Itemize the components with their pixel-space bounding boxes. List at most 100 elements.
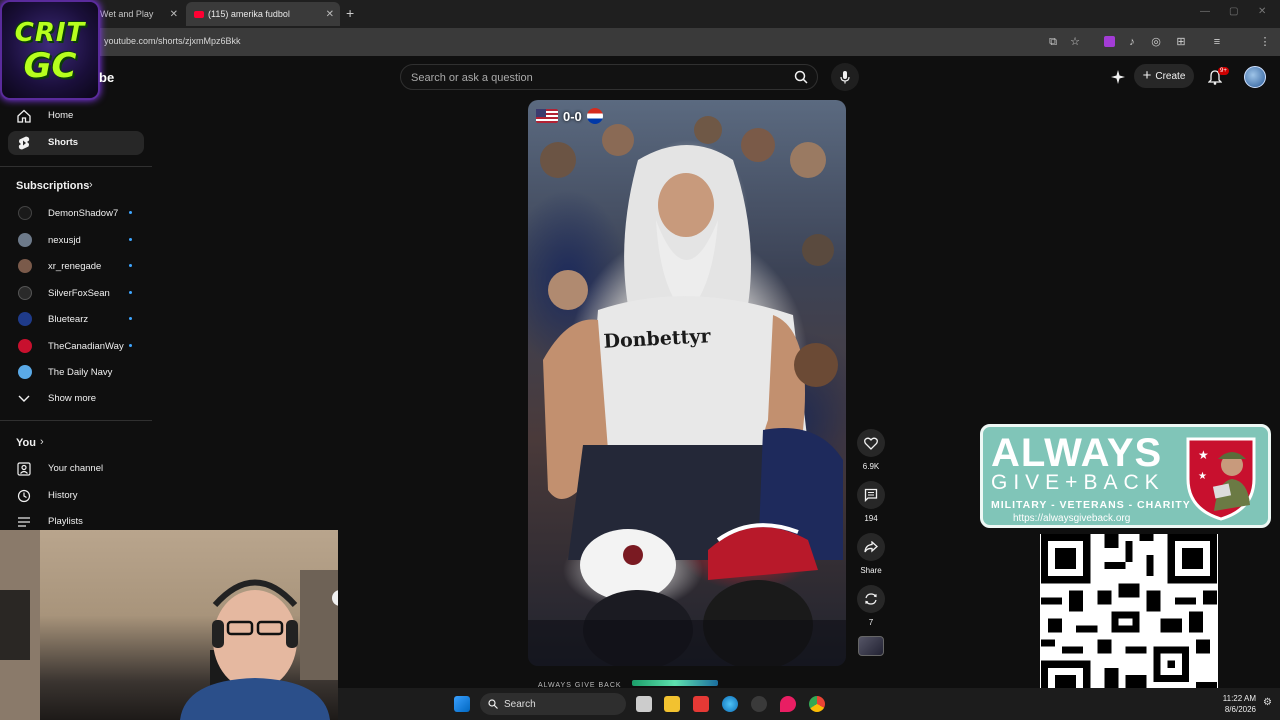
video-progress-bar[interactable] (632, 680, 718, 686)
search-bar (400, 64, 818, 90)
sponsor-subtitle: GIVE+BACK (991, 471, 1165, 494)
settings-gear-icon[interactable]: ⚙ (1263, 697, 1272, 708)
new-content-dot (129, 238, 132, 241)
channel-avatar[interactable] (18, 286, 32, 300)
channel-avatar[interactable] (18, 259, 32, 273)
sidebar-item-shorts[interactable]: Shorts (8, 131, 144, 155)
new-content-dot (129, 211, 132, 214)
new-tab-icon[interactable]: + (346, 5, 354, 21)
subscription-name[interactable]: nexusjd (48, 235, 81, 246)
webcam-frame (0, 530, 338, 720)
bookmark-star-icon[interactable]: ☆ (1067, 34, 1083, 50)
maps-pin-icon[interactable] (780, 696, 796, 712)
youtube-wordmark[interactable]: be (99, 70, 114, 85)
subscription-name[interactable]: xr_renegade (48, 261, 101, 272)
search-input[interactable] (411, 69, 781, 87)
sound-thumbnail[interactable] (858, 636, 884, 656)
taskbar-clock[interactable]: 11:22 AM 8/6/2026 (1223, 693, 1256, 715)
chevron-right-icon[interactable]: › (89, 179, 93, 191)
paraguay-flag-icon (586, 108, 603, 124)
you-heading-label: You (16, 437, 36, 449)
like-count: 6.9K (862, 462, 880, 471)
create-button[interactable]: + Create (1134, 64, 1194, 88)
new-content-dot (129, 317, 132, 320)
edge-browser-icon[interactable] (722, 696, 738, 712)
share-button[interactable] (857, 533, 885, 561)
like-button[interactable] (857, 429, 885, 457)
install-app-icon[interactable]: ⧉ (1045, 34, 1061, 50)
tab-title: (115) amerika fudbol (208, 9, 290, 19)
extensions-puzzle-icon[interactable]: ⊞ (1173, 34, 1189, 50)
subscription-name[interactable]: TheCanadianWay (48, 341, 124, 352)
search-button[interactable] (785, 65, 817, 89)
sidebar-item-label: Home (48, 110, 74, 121)
task-view-icon[interactable] (636, 696, 652, 712)
media-app-icon[interactable] (693, 696, 709, 712)
media-control-icon[interactable]: ♪ (1124, 34, 1140, 50)
svg-text:★: ★ (1198, 448, 1209, 462)
show-more-button[interactable]: Show more (8, 387, 144, 411)
search-icon (488, 699, 498, 709)
close-window-icon[interactable]: ✕ (1258, 6, 1266, 17)
browser-menu-icon[interactable]: ⋮ (1257, 34, 1273, 50)
extension-icon[interactable] (1101, 34, 1117, 50)
sidebar-item-label: Shorts (48, 137, 79, 148)
plus-icon: + (1142, 67, 1152, 84)
tab-title: Wet and Play (100, 9, 154, 19)
sidebar-item-your-channel[interactable]: Your channel (8, 457, 144, 481)
new-content-dot (129, 291, 132, 294)
video-frame-illustration (528, 116, 846, 666)
windows-start-icon[interactable] (454, 696, 470, 712)
clock-date: 8/6/2026 (1224, 705, 1256, 714)
minimize-icon[interactable]: — (1200, 6, 1210, 17)
tab-youtube[interactable]: (115) amerika fudbol ✕ (186, 2, 340, 26)
screen: Wet and Play ✕ (115) amerika fudbol ✕ + … (0, 0, 1280, 720)
sync-icon[interactable]: ◎ (1148, 34, 1164, 50)
remix-button[interactable] (857, 585, 885, 613)
voice-search-button[interactable] (831, 63, 859, 91)
maximize-icon[interactable]: ▢ (1229, 6, 1238, 17)
you-heading[interactable]: You (16, 437, 36, 449)
channel-avatar[interactable] (18, 233, 32, 247)
close-tab-icon[interactable]: ✕ (326, 9, 334, 20)
new-content-dot (129, 264, 132, 267)
taskbar-search[interactable]: Search (480, 693, 626, 715)
comments-button[interactable] (857, 481, 885, 509)
subscription-name[interactable]: Bluetearz (48, 314, 88, 325)
match-score: 0-0 (563, 108, 582, 124)
always-give-back-banner: ALWAYS GIVE+BACK MILITARY - VETERANS - C… (980, 424, 1271, 528)
clock-time: 11:22 AM (1222, 694, 1256, 703)
sidebar-item-label: History (48, 490, 78, 501)
svg-text:★: ★ (1198, 471, 1207, 482)
taskbar-search-label: Search (504, 698, 536, 710)
chrome-browser-icon[interactable] (809, 696, 825, 712)
shorts-icon (16, 135, 32, 151)
subscription-name[interactable]: The Daily Navy (48, 367, 112, 378)
sidebar-item-label: Playlists (48, 516, 83, 527)
search-icon (794, 70, 808, 84)
file-explorer-icon[interactable] (664, 696, 680, 712)
channel-avatar[interactable] (18, 312, 32, 326)
chevron-right-icon[interactable]: › (40, 436, 44, 448)
reading-list-icon[interactable]: ≡ (1209, 34, 1225, 50)
sidebar-item-home[interactable]: Home (8, 104, 144, 128)
subscription-name[interactable]: SilverFoxSean (48, 288, 110, 299)
remix-count: 7 (868, 618, 874, 627)
url-text[interactable]: youtube.com/shorts/zjxmMpz6Bkk (104, 36, 241, 46)
tab-wet-and-play[interactable]: Wet and Play ✕ (92, 2, 184, 26)
channel-avatar[interactable] (18, 365, 32, 379)
close-tab-icon[interactable]: ✕ (170, 9, 178, 20)
channel-avatar[interactable] (18, 206, 32, 220)
subscriptions-heading[interactable]: Subscriptions (16, 180, 89, 192)
short-video-player[interactable]: 0-0 Donbettyr (528, 100, 846, 666)
new-content-dot (129, 344, 132, 347)
subscription-name[interactable]: DemonShadow7 (48, 208, 118, 219)
show-more-label: Show more (48, 393, 97, 404)
obs-icon[interactable] (751, 696, 767, 712)
sidebar-item-history[interactable]: History (8, 484, 144, 508)
sponsor-title: ALWAYS (991, 431, 1163, 475)
channel-avatar[interactable] (18, 339, 32, 353)
account-avatar[interactable] (1244, 66, 1266, 88)
ai-sparkle-icon[interactable] (1109, 68, 1127, 86)
youtube-favicon-icon (194, 10, 204, 18)
